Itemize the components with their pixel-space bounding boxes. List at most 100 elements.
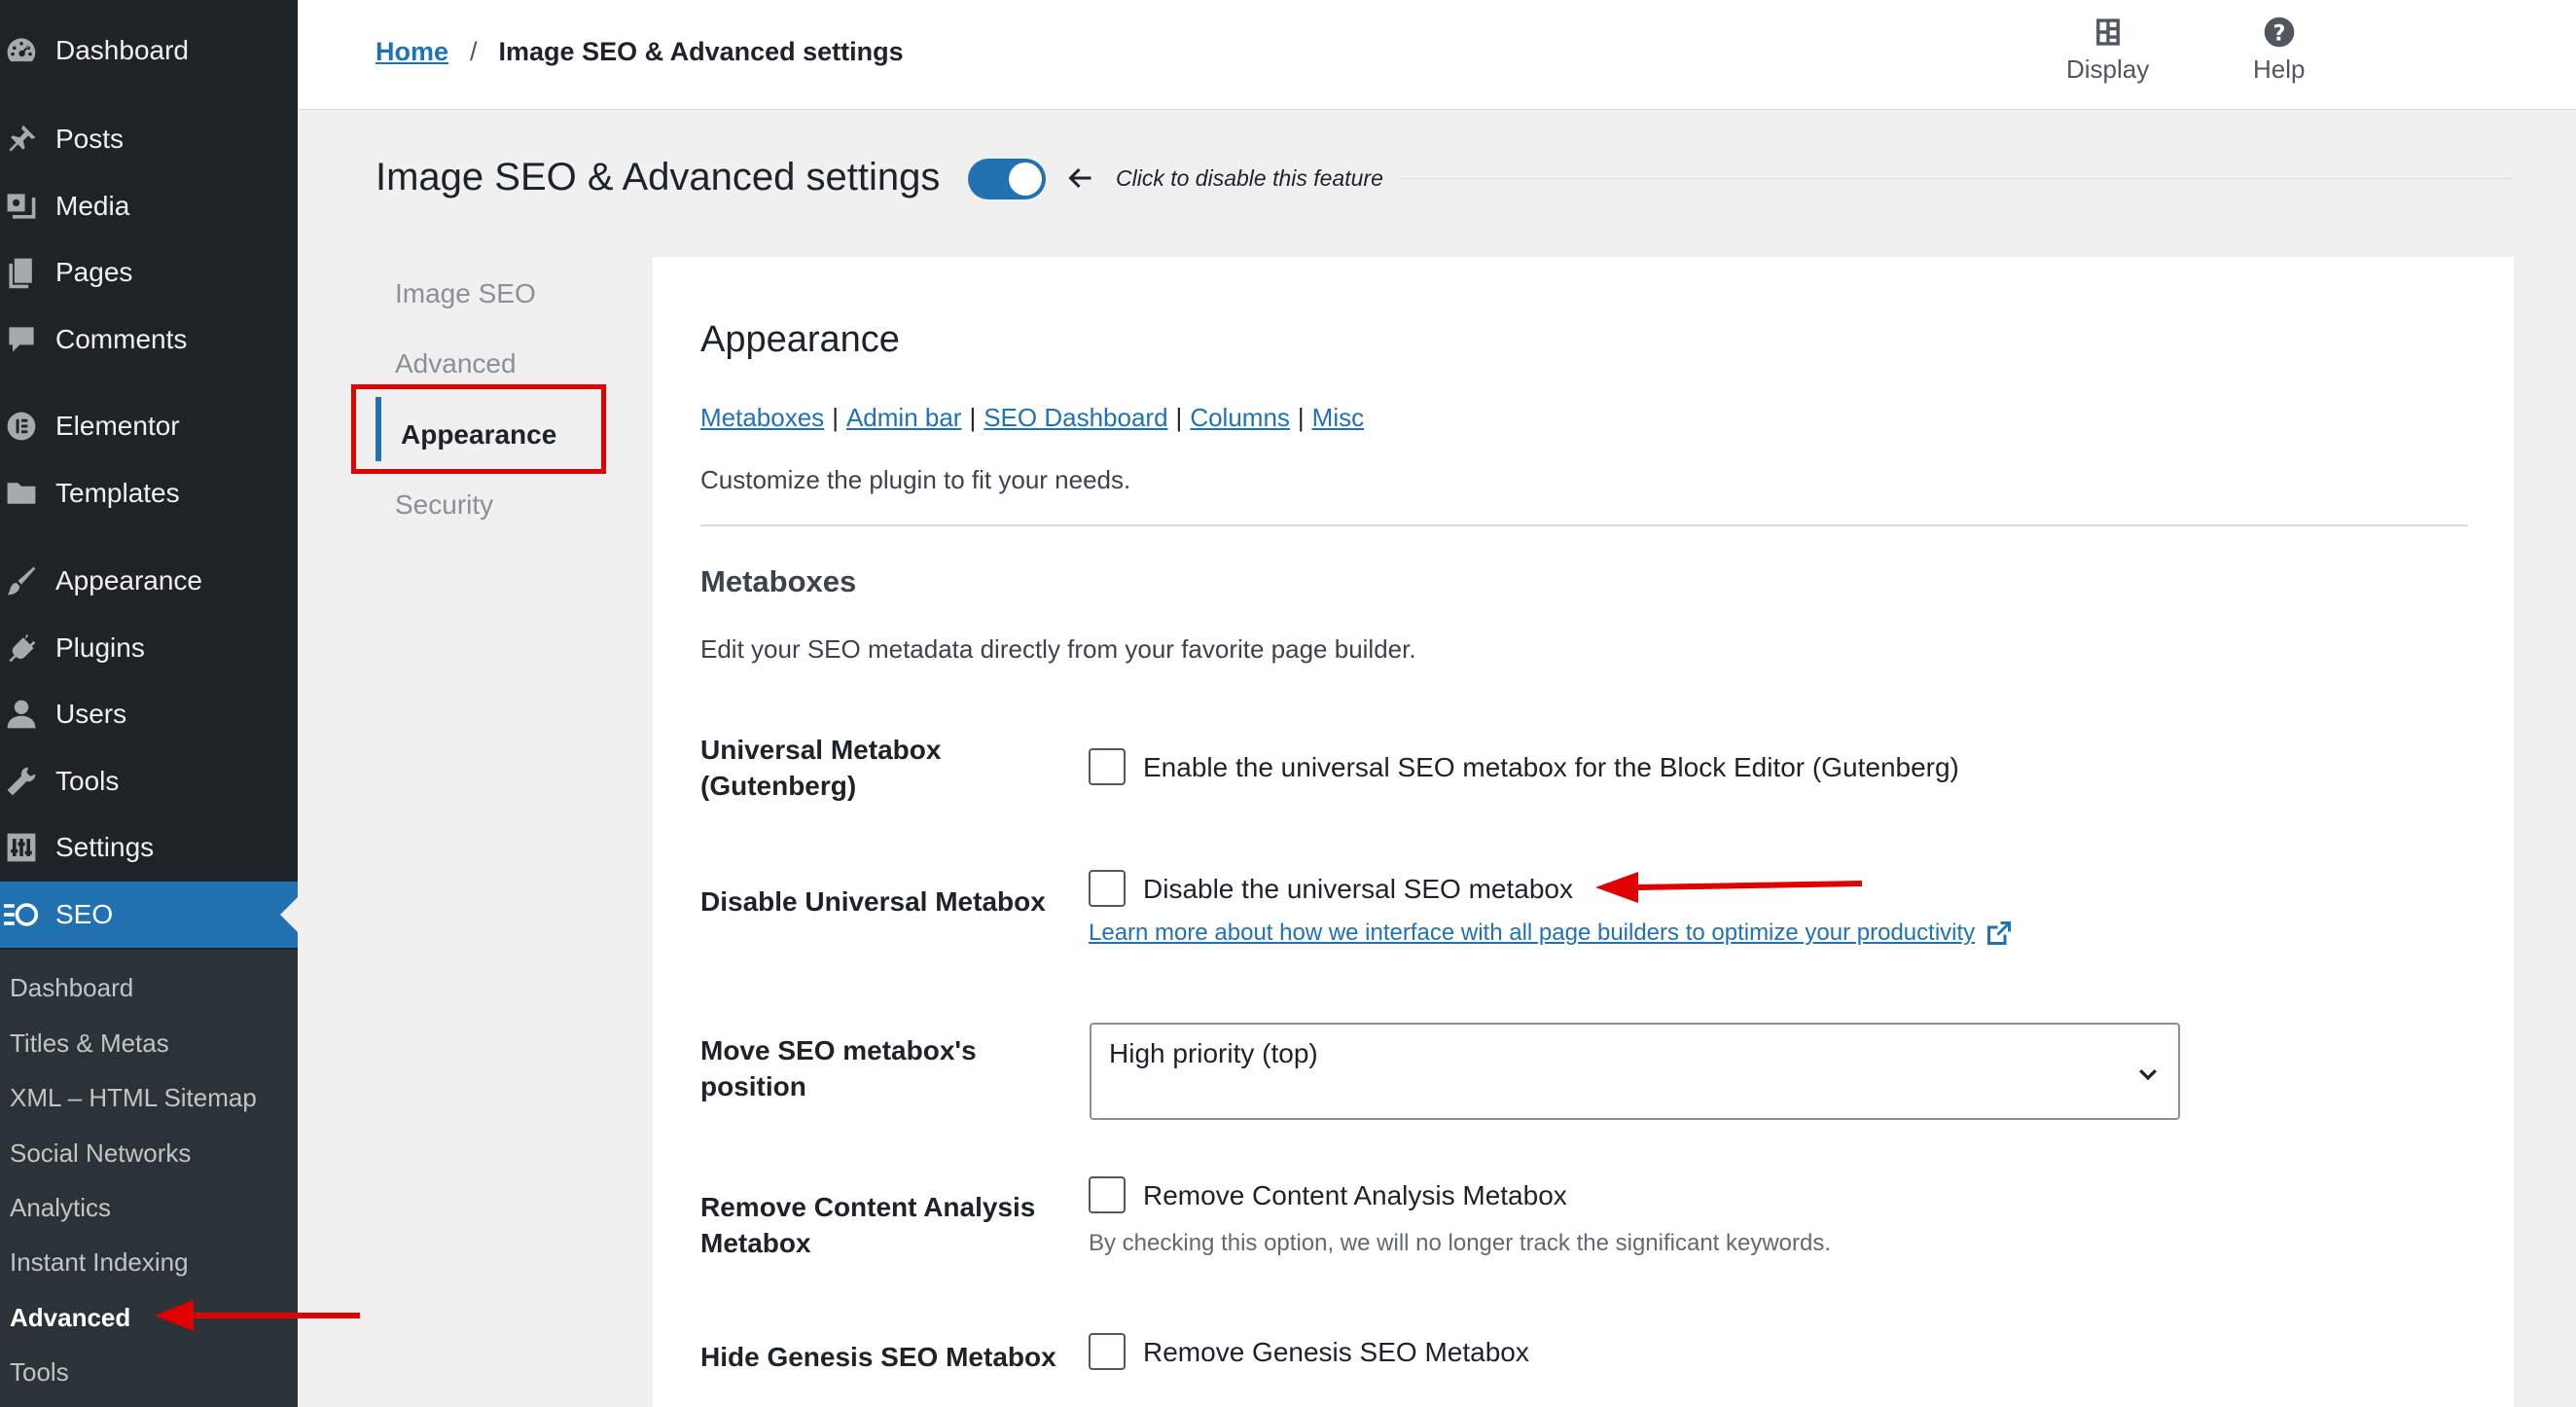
section-description: Edit your SEO metadata directly from you… (700, 634, 1416, 664)
disable-universal-metabox-checkbox-label[interactable]: Disable the universal SEO metabox (1143, 874, 1573, 905)
brush-icon (0, 561, 43, 600)
content-analysis-checkbox[interactable] (1089, 1176, 1126, 1213)
dashboard-icon (0, 31, 43, 70)
link-separator: | (1175, 403, 1183, 432)
panel-divider (700, 524, 2468, 526)
menu-label: Settings (55, 832, 155, 862)
pages-icon (0, 253, 43, 292)
menu-label: Media (55, 191, 130, 221)
label-line: Universal Metabox (700, 735, 942, 765)
link-admin-bar[interactable]: Admin bar (846, 403, 962, 432)
link-separator: | (1297, 403, 1305, 432)
submenu-item-sitemap[interactable]: XML – HTML Sitemap (10, 1083, 257, 1113)
genesis-metabox-checkbox[interactable] (1089, 1333, 1126, 1370)
panel-description: Customize the plugin to fit your needs. (700, 465, 1131, 494)
submenu-item-analytics[interactable]: Analytics (10, 1193, 111, 1223)
breadcrumb-home-link[interactable]: Home (376, 37, 448, 67)
universal-metabox-checkbox[interactable] (1089, 748, 1126, 785)
menu-label: Elementor (55, 411, 180, 441)
content-analysis-checkbox-label[interactable]: Remove Content Analysis Metabox (1143, 1180, 1567, 1211)
external-link-icon (1987, 921, 2012, 945)
breadcrumb: Home / Image SEO & Advanced settings (376, 37, 904, 67)
tab-advanced[interactable]: Advanced (395, 348, 517, 379)
menu-label: Pages (55, 257, 133, 287)
submenu-item-titles-metas[interactable]: Titles & Metas (10, 1028, 169, 1059)
sliders-icon (0, 828, 43, 867)
metabox-position-select[interactable]: High priority (top) (1090, 1023, 2180, 1120)
universal-metabox-label: Universal Metabox (Gutenberg) (700, 732, 1090, 804)
menu-label: Comments (55, 324, 188, 354)
link-seo-dashboard[interactable]: SEO Dashboard (984, 403, 1167, 432)
seo-icon (0, 895, 43, 934)
top-header: Home / Image SEO & Advanced settings Dis… (298, 0, 2576, 110)
submenu-item-social-networks[interactable]: Social Networks (10, 1138, 191, 1169)
user-icon (0, 695, 43, 734)
menu-item-users[interactable]: Users (0, 685, 298, 743)
menu-item-posts[interactable]: Posts (0, 110, 298, 168)
page-title: Image SEO & Advanced settings (376, 156, 941, 198)
panel-title: Appearance (700, 319, 900, 360)
menu-item-pages[interactable]: Pages (0, 243, 298, 302)
menu-label: Posts (55, 124, 125, 154)
menu-label: Tools (55, 766, 120, 796)
label-line: Remove Content Analysis (700, 1192, 1036, 1222)
elementor-icon (0, 407, 43, 446)
menu-item-appearance[interactable]: Appearance (0, 552, 298, 610)
menu-item-seo[interactable]: SEO (0, 882, 298, 948)
menu-item-settings[interactable]: Settings (0, 818, 298, 877)
metabox-position-label: Move SEO metabox's position (700, 1032, 1090, 1104)
toggle-knob (1009, 162, 1042, 196)
submenu-item-advanced[interactable]: Advanced (10, 1303, 130, 1333)
universal-metabox-checkbox-label[interactable]: Enable the universal SEO metabox for the… (1143, 752, 1959, 783)
menu-item-dashboard[interactable]: Dashboard (0, 21, 298, 80)
link-misc[interactable]: Misc (1312, 403, 1364, 432)
menu-label: SEO (55, 899, 114, 929)
genesis-metabox-checkbox-label[interactable]: Remove Genesis SEO Metabox (1143, 1337, 1529, 1368)
annotation-arrow-advanced (155, 1300, 360, 1331)
help-button[interactable]: ? Help (2253, 16, 2305, 85)
section-title: Metaboxes (700, 564, 857, 598)
label-line: Metabox (700, 1228, 811, 1258)
title-divider (1401, 178, 2513, 179)
display-label: Display (2066, 54, 2150, 84)
feature-toggle[interactable] (968, 159, 1046, 199)
menu-item-tools[interactable]: Tools (0, 752, 298, 811)
menu-item-templates[interactable]: Templates (0, 464, 298, 523)
submenu-item-tools[interactable]: Tools (10, 1357, 69, 1388)
tab-image-seo[interactable]: Image SEO (395, 278, 536, 309)
label-line: Move SEO metabox's (700, 1035, 977, 1065)
link-metaboxes[interactable]: Metaboxes (700, 403, 824, 432)
plug-icon (0, 629, 43, 667)
content-analysis-label: Remove Content Analysis Metabox (700, 1189, 1090, 1261)
folder-icon (0, 474, 43, 513)
svg-text:?: ? (2272, 21, 2285, 47)
menu-item-plugins[interactable]: Plugins (0, 619, 298, 677)
menu-item-comments[interactable]: Comments (0, 310, 298, 369)
menu-item-elementor[interactable]: Elementor (0, 397, 298, 455)
submenu-item-dashboard[interactable]: Dashboard (10, 973, 133, 1003)
tab-security[interactable]: Security (395, 489, 493, 521)
pin-icon (0, 120, 43, 159)
display-button[interactable]: Display (2066, 16, 2149, 85)
annotation-highlight-box (351, 384, 606, 474)
media-icon (0, 187, 43, 226)
annotation-arrow-disable-metabox (1595, 872, 1863, 903)
link-columns[interactable]: Columns (1190, 403, 1290, 432)
page-builders-help-link[interactable]: Learn more about how we interface with a… (1089, 919, 2014, 948)
comment-icon (0, 320, 43, 359)
disable-universal-metabox-checkbox[interactable] (1089, 870, 1126, 907)
seo-submenu (0, 950, 298, 1407)
selected-value: High priority (top) (1109, 1038, 1318, 1068)
current-menu-indicator (280, 897, 298, 932)
arrow-left-icon (1068, 167, 1091, 189)
submenu-item-instant-indexing[interactable]: Instant Indexing (10, 1247, 189, 1278)
menu-item-media[interactable]: Media (0, 177, 298, 235)
link-separator: | (969, 403, 977, 432)
link-separator: | (832, 403, 839, 432)
layout-icon (2095, 18, 2120, 46)
help-link-text: Learn more about how we interface with a… (1089, 920, 1976, 946)
content-analysis-help-text: By checking this option, we will no long… (1089, 1230, 1832, 1256)
menu-label: Templates (55, 478, 180, 508)
breadcrumb-separator: / (470, 37, 478, 66)
disable-universal-metabox-label: Disable Universal Metabox (700, 886, 1046, 917)
